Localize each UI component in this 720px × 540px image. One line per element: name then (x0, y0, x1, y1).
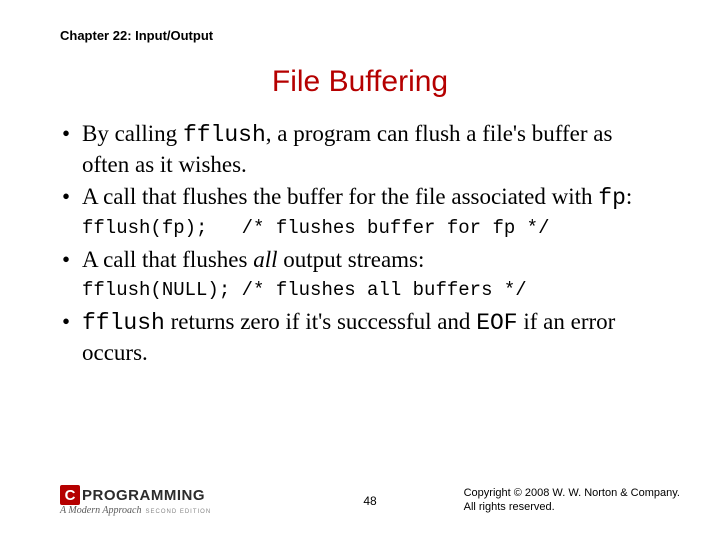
copyright-line-2: All rights reserved. (464, 501, 680, 515)
logo-subtitle: A Modern Approach (60, 506, 141, 516)
text: A call that flushes (82, 247, 253, 272)
text: returns zero if it's successful and (165, 309, 476, 334)
page-number: 48 (363, 494, 376, 508)
inline-code: EOF (476, 310, 517, 336)
inline-code: fp (598, 185, 626, 211)
bullet-2: A call that flushes the buffer for the f… (60, 182, 660, 213)
logo-word: PROGRAMMING (82, 488, 205, 503)
slide: Chapter 22: Input/Output File Buffering … (0, 0, 720, 368)
text: A call that flushes the buffer for the f… (82, 184, 598, 209)
italic-text: all (253, 247, 277, 272)
text: output streams: (277, 247, 424, 272)
text: By calling (82, 121, 183, 146)
code-line-2: fflush(NULL); /* flushes all buffers */ (82, 279, 660, 301)
page-title: File Buffering (60, 65, 660, 99)
copyright: Copyright © 2008 W. W. Norton & Company.… (464, 487, 680, 515)
bullet-list: fflush returns zero if it's successful a… (60, 307, 660, 368)
bullet-1: By calling fflush, a program can flush a… (60, 119, 660, 180)
bullet-list: A call that flushes all output streams: (60, 245, 660, 274)
bullet-4: fflush returns zero if it's successful a… (60, 307, 660, 368)
code-line-1: fflush(fp); /* flushes buffer for fp */ (82, 217, 660, 239)
inline-code: fflush (82, 310, 165, 336)
logo-top: C PROGRAMMING (60, 485, 211, 505)
book-logo: C PROGRAMMING A Modern Approach SECOND E… (60, 485, 211, 516)
logo-edition: SECOND EDITION (145, 509, 211, 515)
copyright-line-1: Copyright © 2008 W. W. Norton & Company. (464, 487, 680, 501)
bullet-list: By calling fflush, a program can flush a… (60, 119, 660, 213)
bullet-3: A call that flushes all output streams: (60, 245, 660, 274)
logo-c-icon: C (60, 485, 80, 505)
text: : (626, 184, 632, 209)
chapter-label: Chapter 22: Input/Output (60, 28, 660, 43)
inline-code: fflush (183, 122, 266, 148)
footer: C PROGRAMMING A Modern Approach SECOND E… (60, 485, 680, 516)
